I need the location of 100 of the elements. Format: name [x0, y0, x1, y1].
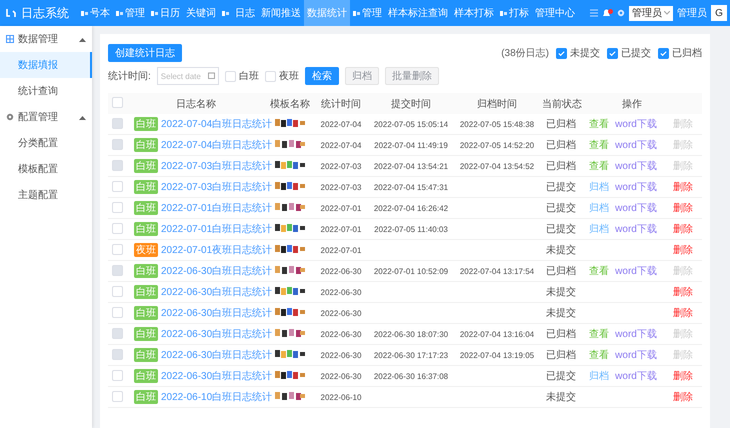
- table-cell: 2022-07-04 13:54:21: [374, 162, 448, 170]
- log-name-link[interactable]: 2022-06-30白班日志统计: [161, 369, 272, 383]
- delete-link[interactable]: 删除: [673, 287, 693, 298]
- date-field[interactable]: Select date: [156, 67, 219, 85]
- table-cell: 2022-07-04 13:16:04: [460, 330, 534, 338]
- row-checkbox[interactable]: [112, 222, 122, 234]
- table-cell: 2022-07-05 15:05:14: [374, 120, 448, 128]
- user-name[interactable]: 管理员: [677, 6, 707, 20]
- log-name-link[interactable]: 2022-07-01白班日志统计: [161, 222, 272, 236]
- shift-tag: 白班: [134, 390, 158, 404]
- action-link[interactable]: word下载: [615, 180, 657, 194]
- nav-item[interactable]: 管理: [113, 0, 148, 26]
- status-text: 未提交: [546, 392, 576, 403]
- settings-icon[interactable]: [617, 9, 625, 17]
- log-name-link[interactable]: 2022-06-30白班日志统计: [161, 285, 272, 299]
- log-name-link[interactable]: 2022-07-01白班日志统计: [161, 201, 272, 215]
- menu-icon[interactable]: [590, 9, 598, 17]
- table-cell: 2022-06-10: [320, 392, 362, 402]
- shift-checkbox[interactable]: 夜班: [264, 69, 299, 83]
- table-cell: 2022-06-30: [320, 330, 362, 338]
- status-text: 已归档: [546, 329, 576, 340]
- status-checkbox[interactable]: 已提交: [607, 46, 651, 60]
- status-text: 已归档: [546, 140, 576, 151]
- row-checkbox[interactable]: [112, 306, 122, 318]
- nav-item[interactable]: 数据统计: [304, 0, 350, 26]
- delete-link[interactable]: 删除: [673, 371, 693, 382]
- nav-item[interactable]: 号本: [78, 0, 113, 26]
- row-checkbox[interactable]: [112, 390, 122, 402]
- checkmark-icon: [660, 50, 667, 56]
- row-checkbox[interactable]: [112, 244, 122, 254]
- nav-item[interactable]: 日历: [148, 0, 183, 26]
- notification-icon[interactable]: [602, 8, 613, 18]
- sidebar-item[interactable]: 数据填报: [0, 52, 92, 78]
- sidebar-item[interactable]: 分类配置: [0, 130, 92, 156]
- delete-link[interactable]: 删除: [673, 203, 693, 214]
- row-checkbox[interactable]: [112, 286, 122, 296]
- nav-item[interactable]: 关键词: [183, 0, 219, 26]
- filter-button[interactable]: 检索: [304, 67, 339, 85]
- status-text: 未提交: [546, 287, 576, 298]
- delete-link[interactable]: 删除: [673, 224, 693, 235]
- table-cell: 2022-06-30: [320, 372, 362, 380]
- column-header: 当前状态: [542, 98, 582, 110]
- nav-item[interactable]: 样本打标: [451, 0, 497, 26]
- shift-checkbox[interactable]: 白班: [224, 69, 259, 83]
- log-name-link[interactable]: 2022-06-10白班日志统计: [161, 390, 272, 404]
- action-link[interactable]: word下载: [615, 201, 657, 215]
- status-text: 已归档: [546, 266, 576, 277]
- action-link[interactable]: 归档: [589, 369, 610, 383]
- delete-link[interactable]: 删除: [673, 308, 693, 319]
- status-text: 已提交: [546, 224, 576, 235]
- delete-link[interactable]: 删除: [673, 182, 693, 193]
- sidebar-item[interactable]: 统计查询: [0, 78, 92, 104]
- role-select[interactable]: 管理员: [629, 6, 673, 20]
- table-cell: 2022-07-04 13:17:54: [460, 266, 534, 276]
- row-checkbox[interactable]: [112, 370, 122, 380]
- nav-item[interactable]: 新闻推送: [258, 0, 304, 26]
- log-name-link[interactable]: 2022-06-30白班日志统计: [161, 306, 272, 320]
- action-link[interactable]: 归档: [589, 201, 610, 215]
- nav-item[interactable]: 样本标注查询: [385, 0, 451, 26]
- avatar-button[interactable]: G: [711, 5, 727, 21]
- table-cell: 2022-06-30: [320, 308, 362, 318]
- log-count: (38份日志): [501, 46, 549, 60]
- action-link[interactable]: 归档: [589, 222, 610, 236]
- table-cell: 2022-07-04: [320, 140, 362, 150]
- status-text: 已提交: [546, 371, 576, 382]
- table-cell: 2022-07-05 15:48:38: [460, 120, 534, 128]
- status-checkbox[interactable]: 已归档: [658, 46, 702, 60]
- table-cell: 2022-07-04 11:49:19: [374, 140, 448, 150]
- shift-tag: 白班: [134, 285, 158, 299]
- column-header: 提交时间: [391, 98, 431, 110]
- sidebar-group[interactable]: 配置管理: [0, 104, 92, 130]
- nav-item[interactable]: 管理: [350, 0, 385, 26]
- sidebar-item[interactable]: 主题配置: [0, 182, 92, 208]
- row-checkbox[interactable]: [112, 202, 122, 212]
- action-link[interactable]: 归档: [589, 180, 610, 194]
- row-checkbox[interactable]: [112, 180, 122, 192]
- table-cell: 2022-06-30: [320, 350, 362, 360]
- select-all-checkbox[interactable]: [112, 96, 122, 108]
- nav-item[interactable]: 日志: [232, 0, 258, 26]
- shift-tag: 白班: [134, 180, 158, 194]
- log-name-link[interactable]: 2022-07-03白班日志统计: [161, 180, 272, 194]
- checkmark-icon: [558, 50, 565, 56]
- action-link[interactable]: word下载: [615, 369, 657, 383]
- nav-item[interactable]: 管理中心: [532, 0, 578, 26]
- status-checkbox[interactable]: 未提交: [556, 46, 600, 60]
- delete-link[interactable]: 删除: [673, 392, 693, 403]
- table-cell: 2022-06-30 16:37:08: [374, 372, 448, 380]
- sidebar-item[interactable]: 模板配置: [0, 156, 92, 182]
- status-text: 已归档: [546, 119, 576, 130]
- column-header: 操作: [622, 98, 642, 110]
- create-button[interactable]: 创建统计日志: [108, 44, 182, 62]
- action-link[interactable]: word下载: [615, 222, 657, 236]
- table-cell: 2022-07-04 16:26:42: [374, 204, 448, 212]
- column-header: 模板名称: [270, 98, 310, 110]
- delete-link[interactable]: 删除: [673, 245, 693, 256]
- shift-tag: 白班: [134, 222, 158, 236]
- block-icon: [222, 10, 229, 16]
- nav-item[interactable]: 打标: [497, 0, 532, 26]
- log-name-link[interactable]: 2022-07-01夜班日志统计: [161, 243, 272, 257]
- sidebar-group[interactable]: 数据管理: [0, 26, 92, 52]
